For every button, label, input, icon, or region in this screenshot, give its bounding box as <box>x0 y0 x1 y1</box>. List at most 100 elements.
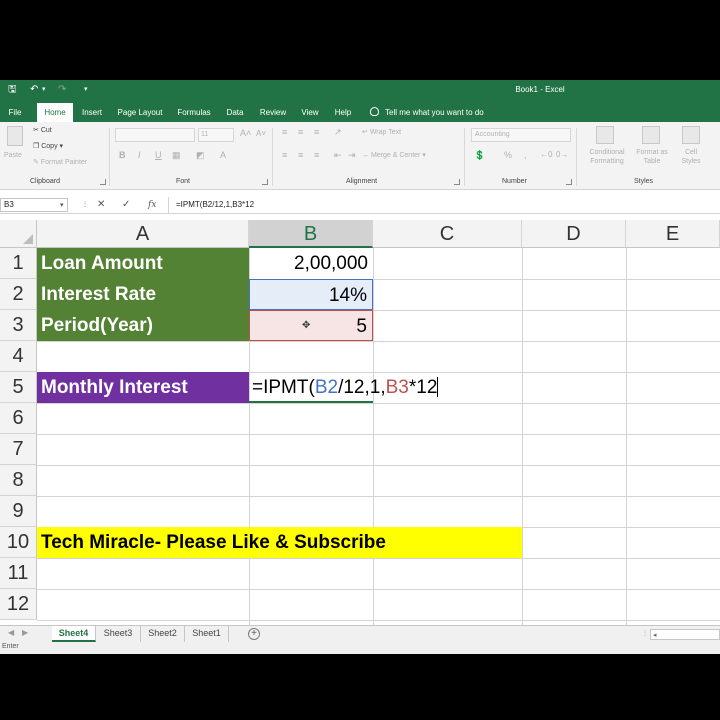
sheet-tab-sheet4[interactable]: Sheet4 <box>52 626 96 642</box>
merge-center-button[interactable]: ↔ Merge & Center ▾ <box>362 151 426 159</box>
text-cursor <box>437 377 439 397</box>
sheet-tab-sheet1[interactable]: Sheet1 <box>185 626 229 642</box>
clipboard-launcher-icon[interactable] <box>100 179 106 185</box>
fill-color-icon[interactable]: ◩ <box>196 150 205 161</box>
row-header-3[interactable]: 3 <box>0 310 37 341</box>
scroll-left-icon[interactable]: ◂ <box>653 631 657 639</box>
font-name-dropdown[interactable] <box>115 128 195 142</box>
row-header-12[interactable]: 12 <box>0 589 37 620</box>
cell-b2[interactable]: 14% <box>249 279 373 310</box>
column-header-e[interactable]: E <box>626 220 720 248</box>
column-header-a[interactable]: A <box>37 220 249 248</box>
orientation-icon[interactable]: ↗ <box>334 127 342 138</box>
cell-b5-editing[interactable]: =IPMT(B2/12,1,B3*12 <box>249 372 439 403</box>
gridline <box>373 248 374 625</box>
tab-page-layout[interactable]: Page Layout <box>114 103 166 122</box>
increase-font-icon[interactable]: A˄ <box>240 128 251 138</box>
row-header-2[interactable]: 2 <box>0 279 37 310</box>
scissors-icon: ✂ <box>33 127 39 134</box>
bold-button[interactable]: B <box>119 150 126 160</box>
cell-styles-label-1: Cell <box>684 149 698 156</box>
wrap-text-button[interactable]: ↵ Wrap Text <box>362 128 401 136</box>
column-header-b[interactable]: B <box>249 220 373 248</box>
align-right-icon[interactable]: ≡ <box>314 150 319 160</box>
name-box-dropdown-icon[interactable]: ▾ <box>60 199 64 213</box>
column-header-c[interactable]: C <box>373 220 522 248</box>
cell-styles-button[interactable]: Cell Styles <box>674 148 708 166</box>
row-header-10[interactable]: 10 <box>0 527 37 558</box>
formula-input[interactable]: =IPMT(B2/12,1,B3*12 <box>176 199 254 211</box>
horizontal-scrollbar[interactable]: ◂ <box>650 629 720 640</box>
font-color-icon[interactable]: A <box>220 150 226 160</box>
copy-button[interactable]: ❐ Copy ▾ <box>33 142 63 150</box>
gridline <box>37 496 720 497</box>
italic-button[interactable]: I <box>138 150 141 160</box>
row-header-8[interactable]: 8 <box>0 465 37 496</box>
row-header-6[interactable]: 6 <box>0 403 37 434</box>
cell-a1[interactable]: Loan Amount <box>37 248 249 279</box>
align-left-icon[interactable]: ≡ <box>282 150 287 160</box>
align-middle-icon[interactable]: ≡ <box>298 127 303 137</box>
add-sheet-icon[interactable]: + <box>248 628 260 640</box>
cell-a2[interactable]: Interest Rate <box>37 279 249 310</box>
tab-review[interactable]: Review <box>256 103 290 122</box>
prev-sheet-icon[interactable]: ◀ <box>8 628 14 637</box>
font-launcher-icon[interactable] <box>262 179 268 185</box>
accounting-format-icon[interactable]: 💲 <box>474 150 485 161</box>
cancel-icon[interactable]: ✕ <box>97 198 105 212</box>
styles-group-label: Styles <box>634 178 654 185</box>
video-frame: 🖫 ↶ ▾ ↷ ▾ Book1 - Excel File Home Insert… <box>0 0 720 720</box>
cut-button[interactable]: ✂ Cut <box>33 126 52 134</box>
tell-me-box[interactable]: Tell me what you want to do <box>370 103 484 122</box>
row-header-7[interactable]: 7 <box>0 434 37 465</box>
format-as-table-button[interactable]: Format as Table <box>632 148 672 166</box>
enter-icon[interactable]: ✓ <box>122 198 130 212</box>
borders-icon[interactable]: ▦ <box>172 150 181 161</box>
number-launcher-icon[interactable] <box>566 179 572 185</box>
cell-a10[interactable]: Tech Miracle- Please Like & Subscribe <box>37 527 522 558</box>
tab-data[interactable]: Data <box>222 103 248 122</box>
paste-button[interactable]: Paste <box>4 152 22 159</box>
comma-style-button[interactable]: , <box>524 150 527 160</box>
column-header-d[interactable]: D <box>522 220 626 248</box>
increase-decimal-icon[interactable]: ←0 <box>540 150 552 159</box>
cell-a3[interactable]: Period(Year) <box>37 310 249 341</box>
conditional-formatting-button[interactable]: Conditional Formatting <box>584 148 630 166</box>
tab-home[interactable]: Home <box>37 103 73 122</box>
sheet-tab-sheet2[interactable]: Sheet2 <box>141 626 185 642</box>
cell-styles-icon <box>682 126 700 144</box>
cell-b3[interactable]: 5 <box>249 310 373 341</box>
cell-b1[interactable]: 2,00,000 <box>249 248 373 279</box>
decrease-font-icon[interactable]: A˅ <box>256 129 266 138</box>
row-header-11[interactable]: 11 <box>0 558 37 589</box>
align-bottom-icon[interactable]: ≡ <box>314 127 319 137</box>
tab-file[interactable]: File <box>2 103 28 122</box>
next-sheet-icon[interactable]: ▶ <box>22 628 28 637</box>
align-top-icon[interactable]: ≡ <box>282 127 287 137</box>
name-box[interactable]: B3 <box>0 198 68 212</box>
gridline <box>37 465 720 466</box>
format-painter-button[interactable]: ✎ Format Painter <box>33 158 87 166</box>
insert-function-icon[interactable]: fx <box>148 198 156 212</box>
row-header-9[interactable]: 9 <box>0 496 37 527</box>
tab-formulas[interactable]: Formulas <box>174 103 214 122</box>
row-header-5[interactable]: 5 <box>0 372 37 403</box>
formula-ref-b2: B2 <box>314 377 339 398</box>
outdent-icon[interactable]: ⇥ <box>348 150 356 161</box>
align-center-icon[interactable]: ≡ <box>298 150 303 160</box>
font-size-dropdown[interactable]: 11 <box>198 128 234 142</box>
percent-button[interactable]: % <box>504 150 512 160</box>
decrease-decimal-icon[interactable]: 0→ <box>556 150 568 159</box>
row-header-1[interactable]: 1 <box>0 248 37 279</box>
select-all-corner[interactable] <box>0 220 37 248</box>
tab-view[interactable]: View <box>298 103 322 122</box>
cell-a5[interactable]: Monthly Interest <box>37 372 249 403</box>
number-format-dropdown[interactable]: Accounting <box>471 128 571 142</box>
sheet-tab-sheet3[interactable]: Sheet3 <box>96 626 141 642</box>
underline-button[interactable]: U <box>155 150 162 160</box>
tab-help[interactable]: Help <box>330 103 356 122</box>
alignment-launcher-icon[interactable] <box>454 179 460 185</box>
indent-icon[interactable]: ⇤ <box>334 150 342 161</box>
row-header-4[interactable]: 4 <box>0 341 37 372</box>
tab-insert[interactable]: Insert <box>78 103 106 122</box>
